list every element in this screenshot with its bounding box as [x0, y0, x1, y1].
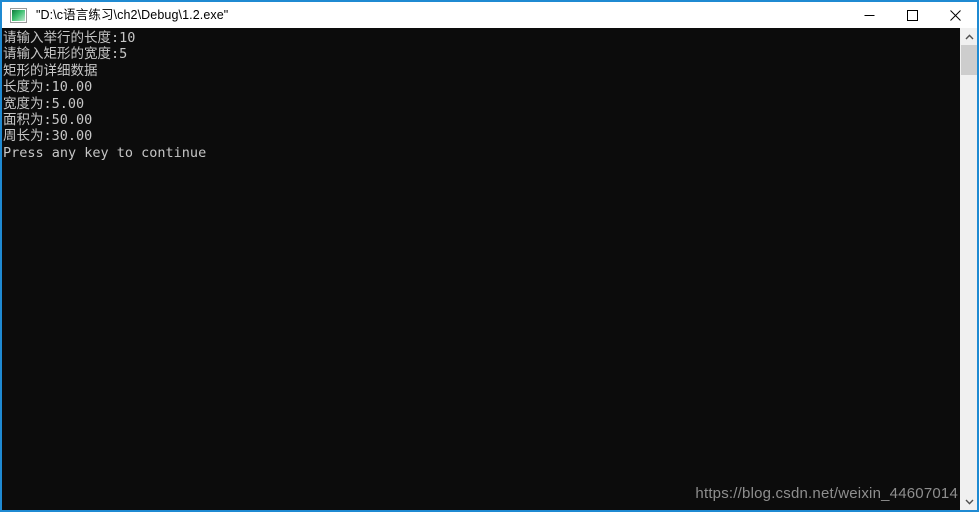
scrollbar-down-button[interactable]: [961, 493, 977, 510]
window-controls: [848, 2, 977, 28]
watermark-text: https://blog.csdn.net/weixin_44607014: [695, 485, 958, 502]
console-app-icon-glyph: [12, 9, 25, 21]
close-icon: [950, 9, 961, 21]
maximize-button[interactable]: [891, 2, 934, 28]
console-output-text: 请输入举行的长度:10 请输入矩形的宽度:5 矩形的详细数据 长度为:10.00…: [3, 30, 207, 161]
chevron-down-icon: [964, 499, 974, 505]
minimize-button[interactable]: [848, 2, 891, 28]
chevron-up-icon: [964, 33, 974, 39]
console-app-icon: [10, 7, 27, 23]
window-title: "D:\c语言练习\ch2\Debug\1.2.exe": [36, 8, 229, 22]
vertical-scrollbar[interactable]: [960, 28, 977, 510]
close-button[interactable]: [934, 2, 977, 28]
console-window: "D:\c语言练习\ch2\Debug\1.2.exe" 请输入举行的长度:10…: [0, 0, 979, 512]
window-body: 请输入举行的长度:10 请输入矩形的宽度:5 矩形的详细数据 长度为:10.00…: [2, 28, 977, 510]
minimize-icon: [864, 14, 875, 16]
title-bar-left: "D:\c语言练习\ch2\Debug\1.2.exe": [2, 2, 848, 28]
maximize-icon: [907, 9, 918, 21]
scrollbar-track[interactable]: [961, 45, 977, 493]
scrollbar-up-button[interactable]: [961, 28, 977, 45]
title-bar[interactable]: "D:\c语言练习\ch2\Debug\1.2.exe": [2, 2, 977, 28]
console-output-area[interactable]: 请输入举行的长度:10 请输入矩形的宽度:5 矩形的详细数据 长度为:10.00…: [2, 28, 960, 510]
scrollbar-thumb[interactable]: [961, 45, 977, 75]
